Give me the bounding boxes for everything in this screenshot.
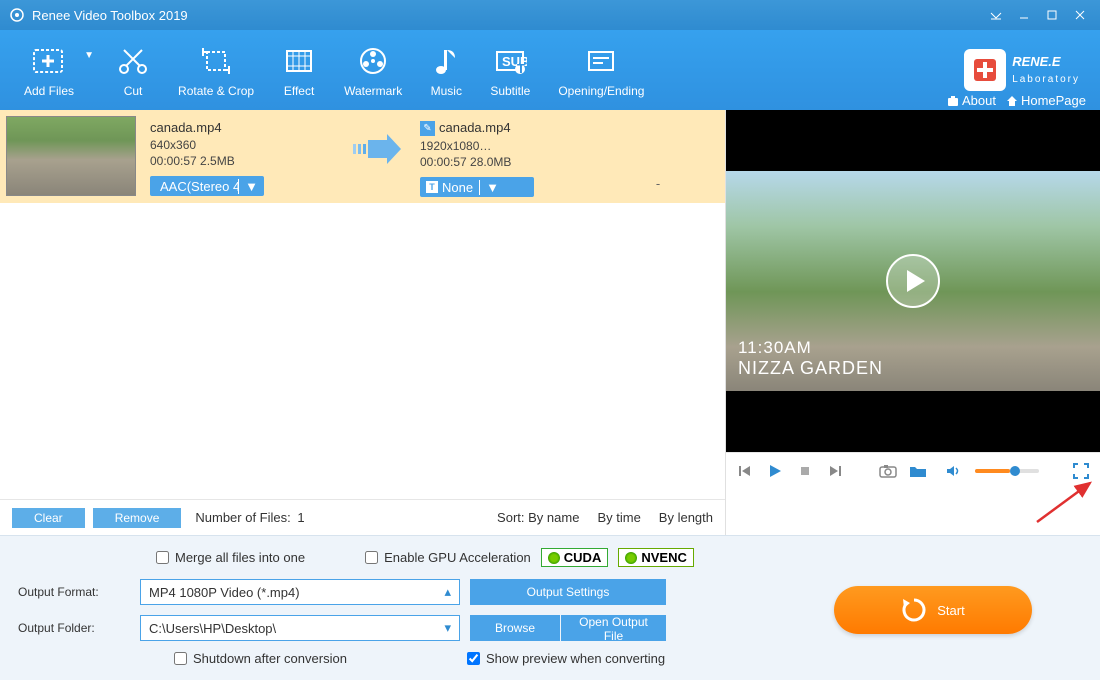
homepage-link[interactable]: HomePage <box>1006 93 1086 108</box>
file-list-panel: canada.mp4 640x360 00:00:57 2.5MB AAC(St… <box>0 110 726 535</box>
titlebar: Renee Video Toolbox 2019 <box>0 0 1100 30</box>
gpu-checkbox[interactable]: Enable GPU Acceleration <box>365 550 531 565</box>
minimize-button[interactable] <box>1012 5 1036 25</box>
arrow-right-icon <box>346 134 406 164</box>
output-folder-combo[interactable]: C:\Users\HP\Desktop\ ▾ <box>140 615 460 641</box>
previous-button[interactable] <box>736 462 754 480</box>
crop-icon <box>199 42 233 80</box>
subtitle-icon: SUBT <box>493 42 527 80</box>
chevron-down-icon: ▼ <box>479 180 505 195</box>
subtitle-button[interactable]: SUBT Subtitle <box>476 30 544 110</box>
input-duration-size: 00:00:57 2.5MB <box>150 154 336 168</box>
add-files-button[interactable]: Add Files ▼ <box>10 30 102 110</box>
cut-button[interactable]: Cut <box>102 30 164 110</box>
preview-panel: 11:30AM NIZZA GARDEN <box>726 110 1100 535</box>
player-controls <box>726 452 1100 488</box>
music-note-icon <box>433 42 459 80</box>
remove-button[interactable]: Remove <box>93 508 182 528</box>
input-resolution: 640x360 <box>150 138 336 152</box>
preview-overlay-text: 11:30AM NIZZA GARDEN <box>738 338 883 379</box>
app-logo-icon <box>8 6 26 24</box>
watermark-button[interactable]: Watermark <box>330 30 416 110</box>
open-output-file-button[interactable]: Open Output File <box>561 615 666 641</box>
chevron-up-icon: ▴ <box>444 584 451 600</box>
menu-caret-icon[interactable] <box>984 5 1008 25</box>
close-button[interactable] <box>1068 5 1092 25</box>
output-format-combo[interactable]: MP4 1080P Video (*.mp4) ▴ <box>140 579 460 605</box>
edit-icon[interactable]: ✎ <box>420 121 435 136</box>
video-preview[interactable]: 11:30AM NIZZA GARDEN <box>726 110 1100 452</box>
file-row[interactable]: canada.mp4 640x360 00:00:57 2.5MB AAC(St… <box>0 110 725 203</box>
sort-label: Sort: By name <box>497 510 579 525</box>
scissors-icon <box>116 42 150 80</box>
brand-block: RENE.E Laboratory <box>964 49 1090 91</box>
snapshot-button[interactable] <box>879 462 897 480</box>
card-icon <box>584 42 618 80</box>
file-count: Number of Files: 1 <box>195 510 304 525</box>
about-link[interactable]: About <box>947 93 996 108</box>
effect-button[interactable]: Effect <box>268 30 330 110</box>
clear-button[interactable]: Clear <box>12 508 85 528</box>
refresh-icon <box>901 597 927 623</box>
cuda-badge: CUDA <box>541 548 609 567</box>
add-files-icon <box>31 42 67 80</box>
maximize-button[interactable] <box>1040 5 1064 25</box>
output-filename: ✎canada.mp4 <box>420 120 606 136</box>
list-footer: Clear Remove Number of Files: 1 Sort: By… <box>0 499 725 535</box>
nvenc-badge: NVENC <box>618 548 694 567</box>
stop-button[interactable] <box>796 462 814 480</box>
rotate-crop-button[interactable]: Rotate & Crop <box>164 30 268 110</box>
filmstrip-icon <box>282 42 316 80</box>
open-folder-button[interactable] <box>909 462 927 480</box>
audio-tag-dropdown[interactable]: AAC(Stereo 4 ▼ <box>150 176 264 196</box>
first-aid-icon <box>964 49 1006 91</box>
chevron-down-icon: ▼ <box>84 50 94 61</box>
play-button[interactable] <box>766 462 784 480</box>
sort-by-length[interactable]: By length <box>659 510 713 525</box>
output-format-label: Output Format: <box>18 585 130 599</box>
text-tag-dropdown[interactable]: TNone ▼ <box>420 177 534 197</box>
start-button[interactable]: Start <box>834 586 1032 634</box>
annotation-arrow <box>1032 477 1100 527</box>
input-filename: canada.mp4 <box>150 120 336 135</box>
brand-text: RENE.E Laboratory <box>1012 51 1080 89</box>
svg-text:T: T <box>517 61 525 76</box>
window-title: Renee Video Toolbox 2019 <box>32 8 188 23</box>
browse-button[interactable]: Browse <box>470 615 560 641</box>
reel-icon <box>356 42 390 80</box>
main-toolbar: Add Files ▼ Cut Rotate & Crop Effect Wat… <box>0 30 1100 110</box>
volume-slider[interactable] <box>975 469 1039 473</box>
output-resolution: 1920x1080… <box>420 139 606 153</box>
sort-by-name[interactable]: By name <box>528 510 579 525</box>
status-cell: - <box>630 176 686 191</box>
chevron-down-icon: ▼ <box>238 179 264 194</box>
sort-by-time[interactable]: By time <box>597 510 640 525</box>
next-button[interactable] <box>826 462 844 480</box>
output-settings-button[interactable]: Output Settings <box>470 579 666 605</box>
file-thumbnail <box>6 116 136 196</box>
shutdown-checkbox[interactable]: Shutdown after conversion <box>174 651 347 666</box>
music-button[interactable]: Music <box>416 30 476 110</box>
show-preview-checkbox[interactable]: Show preview when converting <box>467 651 665 666</box>
play-overlay-button[interactable] <box>885 253 941 309</box>
chevron-down-icon: ▾ <box>444 620 451 636</box>
output-folder-label: Output Folder: <box>18 621 130 635</box>
opening-ending-button[interactable]: Opening/Ending <box>544 30 658 110</box>
volume-icon[interactable] <box>945 462 963 480</box>
output-duration-size: 00:00:57 28.0MB <box>420 155 606 169</box>
fullscreen-button[interactable] <box>1072 462 1090 480</box>
output-panel: Merge all files into one Enable GPU Acce… <box>0 535 1100 680</box>
merge-checkbox[interactable]: Merge all files into one <box>156 550 305 565</box>
